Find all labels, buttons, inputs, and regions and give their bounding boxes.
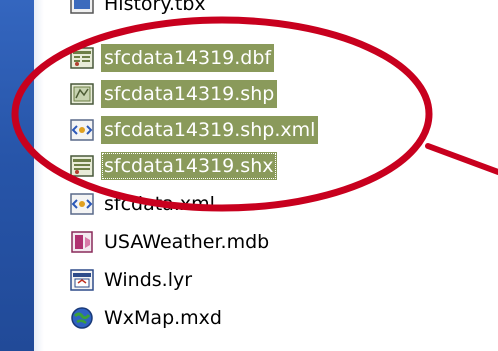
- dbf-table-file-icon: [70, 47, 94, 69]
- file-name: sfcdata14319.dbf: [101, 44, 275, 72]
- list-left-edge: [34, 0, 44, 351]
- file-name: sfcdata14319.shp: [101, 80, 278, 108]
- file-item-sfcdata-shx[interactable]: sfcdata14319.shx: [69, 150, 277, 182]
- shapefile-icon: [70, 83, 94, 105]
- file-name: sfcdata14319.shp.xml: [101, 116, 319, 144]
- layer-file-icon: [70, 269, 94, 291]
- file-item-winds-lyr[interactable]: Winds.lyr: [69, 264, 195, 296]
- file-item-sfcdata-shp-xml[interactable]: sfcdata14319.shp.xml: [69, 114, 319, 146]
- file-name: WxMap.mxd: [104, 307, 222, 329]
- file-item-sfcdata-shp[interactable]: sfcdata14319.shp: [69, 78, 278, 110]
- file-name: sfcdata14319.shx: [101, 152, 277, 180]
- file-item-sfcdata-dbf[interactable]: sfcdata14319.dbf: [69, 42, 275, 74]
- file-name: sfcdata.xml: [104, 193, 215, 215]
- file-list-panel: History.tbx sfcdata14319.dbf sfcdata1431…: [34, 0, 498, 351]
- file-item-usaweather-mdb[interactable]: USAWeather.mdb: [69, 226, 272, 258]
- xml-file-icon: [70, 193, 94, 215]
- file-item-wxmap-mxd[interactable]: WxMap.mxd: [69, 302, 225, 334]
- arcmap-document-icon: [71, 307, 93, 329]
- file-item-history-tbx[interactable]: History.tbx: [69, 0, 209, 20]
- toolbox-file-icon: [70, 0, 94, 14]
- shx-file-icon: [70, 155, 94, 177]
- file-item-sfcdata-xml[interactable]: sfcdata.xml: [69, 188, 218, 220]
- file-name: Winds.lyr: [104, 269, 193, 291]
- xml-file-icon: [70, 119, 94, 141]
- file-name: USAWeather.mdb: [104, 231, 270, 253]
- access-database-icon: [71, 231, 93, 253]
- file-name: History.tbx: [104, 0, 206, 15]
